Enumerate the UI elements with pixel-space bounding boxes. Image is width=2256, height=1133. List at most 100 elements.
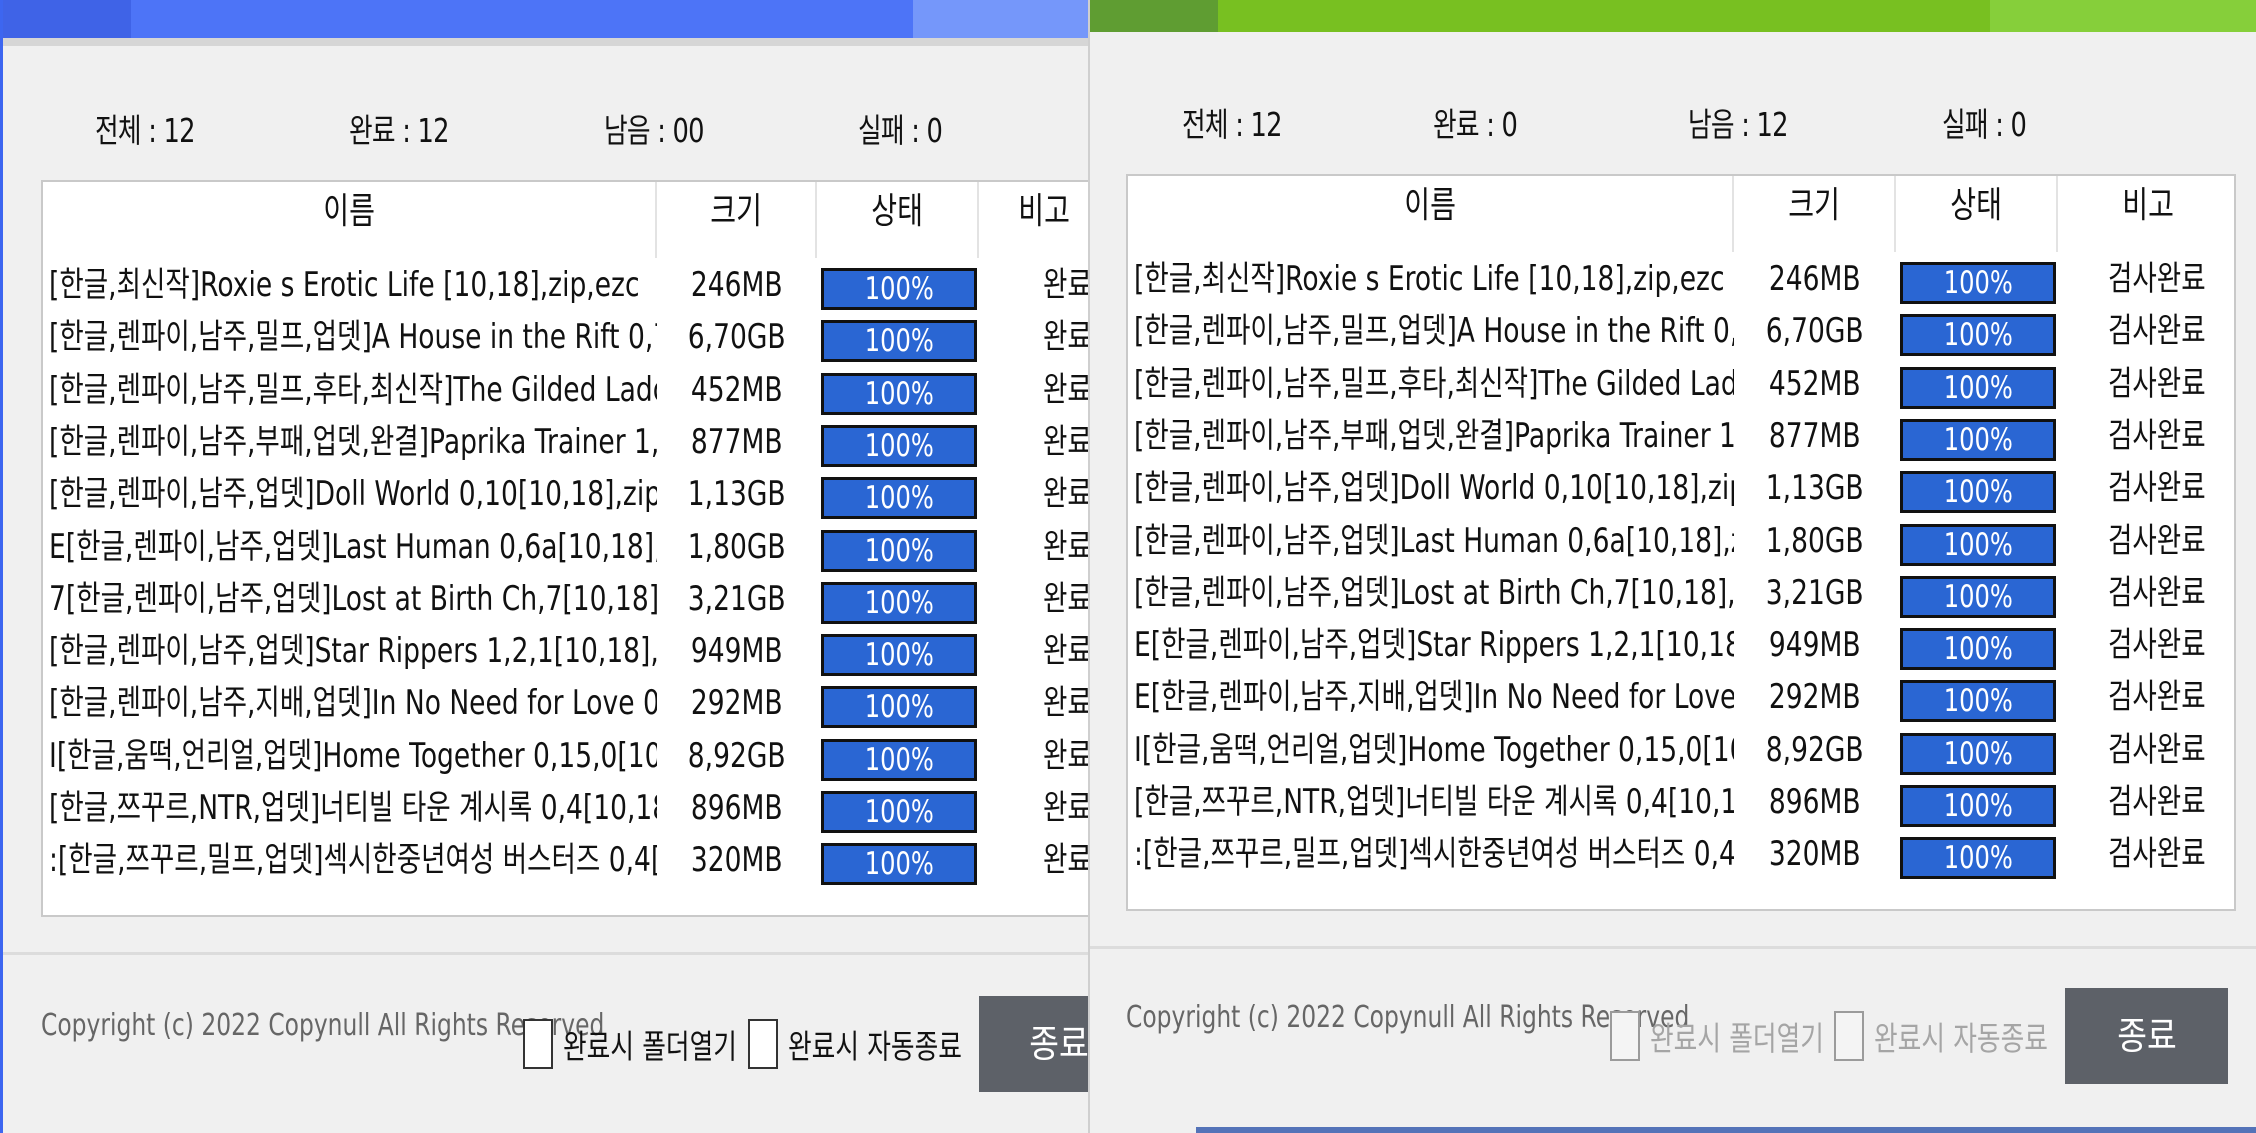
file-size-cell: 1,80GB	[1766, 520, 1864, 561]
file-name-cell: E[한글,렌파이,남주,지배,업뎃]In No Need for Love 0,…	[1134, 677, 1734, 718]
copyright-text: Copyright (c) 2022 Copynull All Rights R…	[1126, 1000, 1690, 1035]
note-cell: 완료	[1043, 735, 1088, 776]
table-row[interactable]: [한글,렌파이,남주,부패,업뎃,완결]Paprika Trainer 1,2,…	[1128, 413, 2234, 465]
table-row[interactable]: [한글,쯔꾸르,NTR,업뎃]너티빌 타운 계시록 0,4[10,18],zip…	[1128, 779, 2234, 831]
right-window: 전체 : 12 완료 : 0 남음 : 12 실패 : 0 이름 크기 상태 비…	[1088, 0, 2256, 1133]
exit-button[interactable]: 종료	[979, 996, 1088, 1092]
column-header-note[interactable]: 비고	[2058, 176, 2234, 252]
table-row[interactable]: :[한글,쯔꾸르,밀프,업뎃]섹시한중년여성 버스터즈 0,4[10,18],z…	[1128, 831, 2234, 883]
table-row[interactable]: [한글,렌파이,남주,부패,업뎃,완결]Paprika Trainer 1,2,…	[43, 419, 1088, 471]
progress-bar: 100%	[821, 372, 977, 415]
table-row[interactable]: [한글,렌파이,남주,업뎃]Lost at Birth Ch,7[10,18],…	[1128, 570, 2234, 622]
right-title-bar[interactable]	[1090, 0, 2256, 32]
note-cell: 검사완료	[2108, 311, 2206, 352]
table-row[interactable]: [한글,최신작]Roxie s Erotic Life [10,18],zip,…	[43, 262, 1088, 314]
progress-bar: 100%	[1900, 575, 2056, 618]
table-row[interactable]: [한글,렌파이,남주,밀프,후타,최신작]The Gilded Ladder 0…	[43, 367, 1088, 419]
table-row[interactable]: :[한글,쯔꾸르,밀프,업뎃]섹시한중년여성 버스터즈 0,4[10,18],z…	[43, 837, 1088, 889]
progress-bar: 100%	[821, 686, 977, 729]
column-header-name[interactable]: 이름	[43, 182, 657, 258]
auto-exit-option[interactable]: 완료시 자동종료	[748, 1016, 1011, 1072]
open-folder-option[interactable]: 완료시 폴더열기	[523, 1016, 786, 1072]
table-row[interactable]: [한글,렌파이,남주,업뎃]Star Rippers 1,2,1[10,18],…	[43, 628, 1088, 680]
auto-exit-checkbox[interactable]	[1834, 1011, 1864, 1061]
file-name-cell: [한글,렌파이,남주,업뎃]Doll World 0,10[10,18],zip…	[49, 474, 657, 515]
note-cell: 검사완료	[2108, 520, 2206, 561]
progress-bar: 100%	[821, 791, 977, 833]
progress-bar: 100%	[821, 738, 977, 781]
file-name-cell: [한글,렌파이,남주,부패,업뎃,완결]Paprika Trainer 1,2,…	[49, 421, 657, 462]
progress-bar: 100%	[821, 634, 977, 677]
column-header-status[interactable]: 상태	[1896, 176, 2058, 252]
note-cell: 검사완료	[2108, 363, 2206, 404]
file-size-cell: 246MB	[691, 265, 783, 305]
file-size-cell: 320MB	[1769, 834, 1861, 875]
note-cell: 완료	[1043, 265, 1088, 305]
note-cell: 검사완료	[2108, 729, 2206, 770]
table-row[interactable]: E[한글,렌파이,남주,업뎃]Last Human 0,6a[10,18],zi…	[43, 524, 1088, 576]
table-row[interactable]: [한글,렌파이,남주,지배,업뎃]In No Need for Love 0,6…	[43, 680, 1088, 732]
file-name-cell: [한글,렌파이,남주,업뎃]Lost at Birth Ch,7[10,18],…	[1134, 572, 1734, 613]
file-name-cell: [한글,렌파이,남주,지배,업뎃]In No Need for Love 0,6…	[49, 683, 657, 724]
file-size-cell: 6,70GB	[1766, 311, 1864, 352]
file-list-header: 이름 크기 상태 비고	[1128, 176, 2234, 256]
note-cell: 완료	[1043, 840, 1088, 881]
table-row[interactable]: [한글,쯔꾸르,NTR,업뎃]너티빌 타운 계시록 0,4[10,18],zip…	[43, 785, 1088, 837]
file-size-cell: 3,21GB	[1766, 572, 1864, 613]
open-folder-checkbox[interactable]	[1610, 1011, 1640, 1061]
column-header-status[interactable]: 상태	[817, 182, 979, 258]
table-row[interactable]: [한글,최신작]Roxie s Erotic Life [10,18],zip,…	[1128, 256, 2234, 308]
column-header-size[interactable]: 크기	[657, 182, 817, 258]
table-row[interactable]: E[한글,렌파이,남주,업뎃]Star Rippers 1,2,1[10,18]…	[1128, 622, 2234, 674]
file-name-cell: [한글,최신작]Roxie s Erotic Life [10,18],zip,…	[1134, 259, 1725, 299]
file-size-cell: 1,13GB	[688, 474, 786, 515]
note-cell: 완료	[1043, 526, 1088, 567]
column-header-note[interactable]: 비고	[979, 182, 1088, 258]
exit-button[interactable]: 종료	[2065, 988, 2228, 1084]
file-name-cell: [한글,렌파이,남주,밀프,업뎃]A House in the Rift 0,7…	[49, 317, 657, 358]
stat-done: 완료 : 0	[1433, 105, 1518, 144]
note-cell: 검사완료	[2108, 677, 2206, 718]
note-cell: 완료	[1043, 317, 1088, 358]
stat-total: 전체 : 12	[1182, 105, 1282, 144]
table-row[interactable]: [한글,렌파이,남주,업뎃]Doll World 0,10[10,18],zip…	[43, 471, 1088, 523]
note-cell: 완료	[1043, 631, 1088, 672]
column-header-size[interactable]: 크기	[1734, 176, 1896, 252]
note-cell: 완료	[1043, 421, 1088, 462]
file-list[interactable]: 이름 크기 상태 비고 [한글,최신작]Roxie s Erotic Life …	[41, 180, 1088, 917]
note-cell: 완료	[1043, 474, 1088, 515]
progress-bar: 100%	[1900, 471, 2056, 514]
stat-done: 완료 : 12	[349, 111, 449, 150]
auto-exit-label: 완료시 자동종료	[788, 1027, 962, 1066]
file-size-cell: 877MB	[1769, 415, 1861, 456]
progress-bar: 100%	[1900, 366, 2056, 409]
file-size-cell: 1,13GB	[1766, 468, 1864, 509]
table-row[interactable]: [한글,렌파이,남주,업뎃]Doll World 0,10[10,18],zip…	[1128, 465, 2234, 517]
column-header-name[interactable]: 이름	[1128, 176, 1734, 252]
file-name-cell: I[한글,움떡,언리얼,업뎃]Home Together 0,15,0[10,1…	[49, 735, 657, 776]
auto-exit-option[interactable]: 완료시 자동종료	[1834, 1008, 2097, 1064]
table-row[interactable]: [한글,렌파이,남주,밀프,후타,최신작]The Gilded Ladder 0…	[1128, 361, 2234, 413]
table-row[interactable]: I[한글,움떡,언리얼,업뎃]Home Together 0,15,0[10,1…	[43, 733, 1088, 785]
note-cell: 검사완료	[2108, 572, 2206, 613]
table-row[interactable]: [한글,렌파이,남주,업뎃]Last Human 0,6a[10,18],zip…	[1128, 518, 2234, 570]
file-size-cell: 949MB	[691, 631, 783, 672]
table-row[interactable]: I[한글,움떡,언리얼,업뎃]Home Together 0,15,0[10,1…	[1128, 727, 2234, 779]
left-title-bar[interactable]	[3, 0, 1088, 46]
table-row[interactable]: 7[한글,렌파이,남주,업뎃]Lost at Birth Ch,7[10,18]…	[43, 576, 1088, 628]
open-folder-label: 완료시 폴더열기	[563, 1027, 737, 1066]
taskbar-edge	[1196, 1127, 2256, 1133]
stat-remaining: 남음 : 00	[604, 111, 704, 150]
table-row[interactable]: [한글,렌파이,남주,밀프,업뎃]A House in the Rift 0,7…	[1128, 308, 2234, 360]
auto-exit-checkbox[interactable]	[748, 1019, 778, 1069]
progress-bar: 100%	[1900, 680, 2056, 723]
file-size-cell: 292MB	[691, 683, 783, 724]
file-name-cell: [한글,렌파이,남주,업뎃]Doll World 0,10[10,18],zip…	[1134, 468, 1734, 509]
progress-bar: 100%	[1900, 523, 2056, 566]
file-size-cell: 452MB	[1769, 363, 1861, 404]
file-list[interactable]: 이름 크기 상태 비고 [한글,최신작]Roxie s Erotic Life …	[1126, 174, 2236, 911]
table-row[interactable]: E[한글,렌파이,남주,지배,업뎃]In No Need for Love 0,…	[1128, 674, 2234, 726]
table-row[interactable]: [한글,렌파이,남주,밀프,업뎃]A House in the Rift 0,7…	[43, 314, 1088, 366]
file-name-cell: [한글,최신작]Roxie s Erotic Life [10,18],zip,…	[49, 265, 640, 305]
open-folder-checkbox[interactable]	[523, 1019, 553, 1069]
